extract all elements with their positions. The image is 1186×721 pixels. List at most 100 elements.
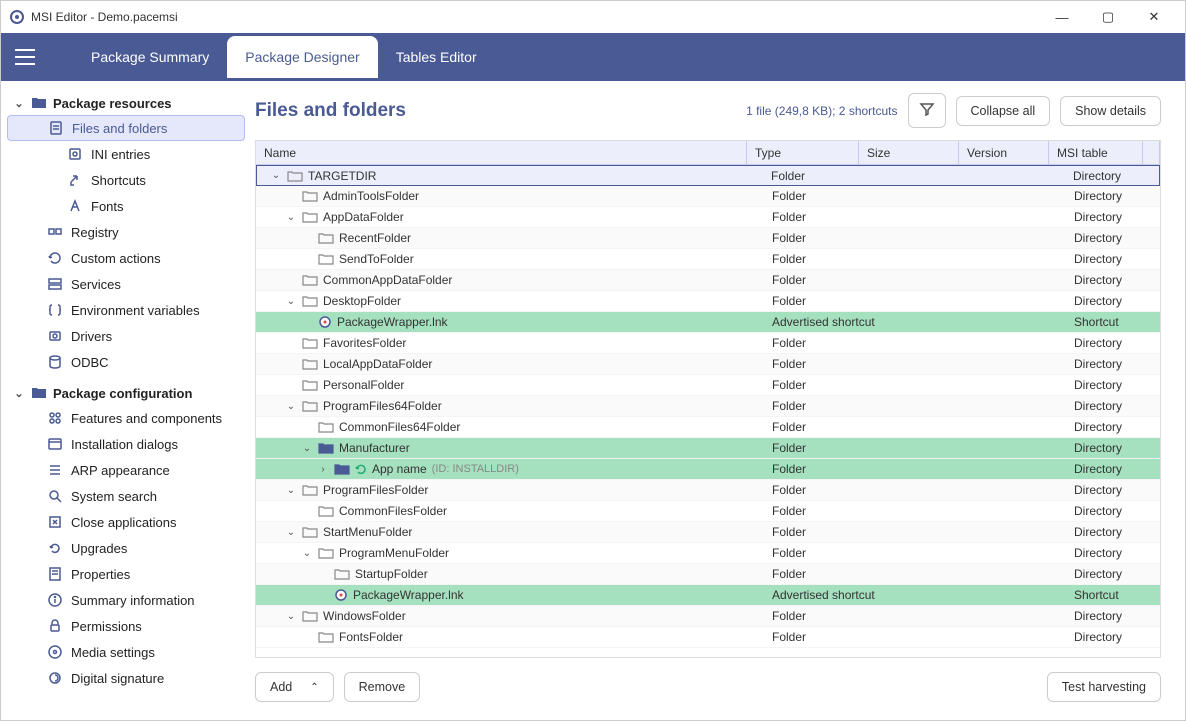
sidebar-item-media[interactable]: Media settings xyxy=(7,639,245,665)
col-version[interactable]: Version xyxy=(959,141,1049,164)
tree-expand-icon[interactable]: ⌄ xyxy=(285,296,297,307)
signature-icon xyxy=(47,670,63,686)
tree-expand-icon[interactable]: › xyxy=(317,464,329,475)
row-name: LocalAppDataFolder xyxy=(323,357,432,371)
col-name[interactable]: Name xyxy=(256,141,747,164)
table-row[interactable]: FavoritesFolder Folder Directory xyxy=(256,333,1160,354)
tree-expand-icon[interactable]: ⌄ xyxy=(285,401,297,412)
sidebar-group-resources[interactable]: ⌄ Package resources xyxy=(7,91,245,115)
table-row[interactable]: ⌄ AppDataFolder Folder Directory xyxy=(256,207,1160,228)
row-name: ProgramFiles64Folder xyxy=(323,399,442,413)
row-type: Folder xyxy=(764,525,876,539)
sidebar-item-search[interactable]: System search xyxy=(7,483,245,509)
folder-icon xyxy=(318,253,334,265)
table-body[interactable]: ⌄ TARGETDIR Folder Directory AdminToolsF… xyxy=(256,165,1160,657)
table-row[interactable]: ⌄ ProgramFiles64Folder Folder Directory xyxy=(256,396,1160,417)
row-type: Folder xyxy=(764,567,876,581)
table-row[interactable]: CommonFilesFolder Folder Directory xyxy=(256,501,1160,522)
sidebar-group-config[interactable]: ⌄ Package configuration xyxy=(7,381,245,405)
table-row[interactable]: RecentFolder Folder Directory xyxy=(256,228,1160,249)
sidebar-item-features[interactable]: Features and components xyxy=(7,405,245,431)
tree-expand-icon[interactable]: ⌄ xyxy=(285,485,297,496)
folder-icon xyxy=(334,568,350,580)
sidebar-item-fonts[interactable]: Fonts xyxy=(7,193,245,219)
tree-expand-icon[interactable]: ⌄ xyxy=(285,527,297,538)
files-table: Name Type Size Version MSI table ⌄ TARGE… xyxy=(255,140,1161,658)
table-row[interactable]: PackageWrapper.lnk Advertised shortcut S… xyxy=(256,312,1160,333)
add-button[interactable]: Add⌃ xyxy=(255,672,334,702)
table-row[interactable]: StartupFolder Folder Directory xyxy=(256,564,1160,585)
filter-button[interactable] xyxy=(908,93,946,128)
sidebar-item-upgrades[interactable]: Upgrades xyxy=(7,535,245,561)
sidebar-item-properties[interactable]: Properties xyxy=(7,561,245,587)
sidebar-item-services[interactable]: Services xyxy=(7,271,245,297)
tab-summary[interactable]: Package Summary xyxy=(73,36,227,78)
sidebar-item-registry[interactable]: Registry xyxy=(7,219,245,245)
show-details-button[interactable]: Show details xyxy=(1060,96,1161,126)
close-button[interactable]: ✕ xyxy=(1131,1,1177,33)
tree-expand-icon[interactable]: ⌄ xyxy=(301,548,313,559)
row-msi: Directory xyxy=(1066,420,1160,434)
remove-button[interactable]: Remove xyxy=(344,672,421,702)
row-type: Folder xyxy=(764,231,876,245)
sidebar-item-dialogs[interactable]: Installation dialogs xyxy=(7,431,245,457)
tree-expand-icon[interactable]: ⌄ xyxy=(270,170,282,181)
table-row[interactable]: ⌄ WindowsFolder Folder Directory xyxy=(256,606,1160,627)
sidebar-item-ini[interactable]: INI entries xyxy=(7,141,245,167)
minimize-button[interactable]: — xyxy=(1039,1,1085,33)
table-row[interactable]: › App name (ID: INSTALLDIR) Folder Direc… xyxy=(256,459,1160,480)
tree-expand-icon[interactable]: ⌄ xyxy=(285,611,297,622)
tab-designer[interactable]: Package Designer xyxy=(227,36,377,78)
col-msi[interactable]: MSI table xyxy=(1049,141,1143,164)
sidebar-item-files[interactable]: Files and folders xyxy=(7,115,245,141)
tree-expand-icon[interactable]: ⌄ xyxy=(301,443,313,454)
sidebar-item-custom[interactable]: Custom actions xyxy=(7,245,245,271)
sidebar-item-signature[interactable]: Digital signature xyxy=(7,665,245,691)
table-row[interactable]: CommonAppDataFolder Folder Directory xyxy=(256,270,1160,291)
sidebar-item-envvars[interactable]: Environment variables xyxy=(7,297,245,323)
table-row[interactable]: ⌄ ProgramFilesFolder Folder Directory xyxy=(256,480,1160,501)
table-row[interactable]: ⌄ ProgramMenuFolder Folder Directory xyxy=(256,543,1160,564)
row-msi: Directory xyxy=(1066,441,1160,455)
row-msi: Directory xyxy=(1066,462,1160,476)
folder-icon xyxy=(302,400,318,412)
test-harvesting-button[interactable]: Test harvesting xyxy=(1047,672,1161,702)
table-row[interactable]: AdminToolsFolder Folder Directory xyxy=(256,186,1160,207)
sidebar-item-close[interactable]: Close applications xyxy=(7,509,245,535)
sidebar-item-odbc[interactable]: ODBC xyxy=(7,349,245,375)
row-msi: Directory xyxy=(1066,609,1160,623)
table-row[interactable]: CommonFiles64Folder Folder Directory xyxy=(256,417,1160,438)
row-name: AppDataFolder xyxy=(323,210,404,224)
collapse-all-button[interactable]: Collapse all xyxy=(956,96,1051,126)
maximize-button[interactable]: ▢ xyxy=(1085,1,1131,33)
row-type: Folder xyxy=(764,336,876,350)
table-row[interactable]: ⌄ DesktopFolder Folder Directory xyxy=(256,291,1160,312)
table-row[interactable]: ⌄ StartMenuFolder Folder Directory xyxy=(256,522,1160,543)
row-msi: Directory xyxy=(1066,525,1160,539)
action-icon xyxy=(47,250,63,266)
col-size[interactable]: Size xyxy=(859,141,959,164)
page-title: Files and folders xyxy=(255,100,736,122)
row-type: Folder xyxy=(764,441,876,455)
col-type[interactable]: Type xyxy=(747,141,859,164)
sidebar-item-shortcuts[interactable]: Shortcuts xyxy=(7,167,245,193)
folder-icon xyxy=(318,232,334,244)
folder-icon xyxy=(318,505,334,517)
sidebar-item-drivers[interactable]: Drivers xyxy=(7,323,245,349)
table-row[interactable]: ⌄ Manufacturer Folder Directory xyxy=(256,438,1160,459)
sidebar-item-permissions[interactable]: Permissions xyxy=(7,613,245,639)
table-row[interactable]: PackageWrapper.lnk Advertised shortcut S… xyxy=(256,585,1160,606)
menu-button[interactable] xyxy=(15,43,43,71)
table-row[interactable]: SendToFolder Folder Directory xyxy=(256,249,1160,270)
row-msi: Directory xyxy=(1066,231,1160,245)
tree-expand-icon[interactable]: ⌄ xyxy=(285,212,297,223)
folder-icon xyxy=(302,526,318,538)
table-row[interactable]: FontsFolder Folder Directory xyxy=(256,627,1160,648)
row-type: Folder xyxy=(764,273,876,287)
sidebar-item-summaryinfo[interactable]: Summary information xyxy=(7,587,245,613)
table-row[interactable]: ⌄ TARGETDIR Folder Directory xyxy=(256,165,1160,186)
tab-tables[interactable]: Tables Editor xyxy=(378,36,495,78)
table-row[interactable]: LocalAppDataFolder Folder Directory xyxy=(256,354,1160,375)
table-row[interactable]: PersonalFolder Folder Directory xyxy=(256,375,1160,396)
sidebar-item-arp[interactable]: ARP appearance xyxy=(7,457,245,483)
